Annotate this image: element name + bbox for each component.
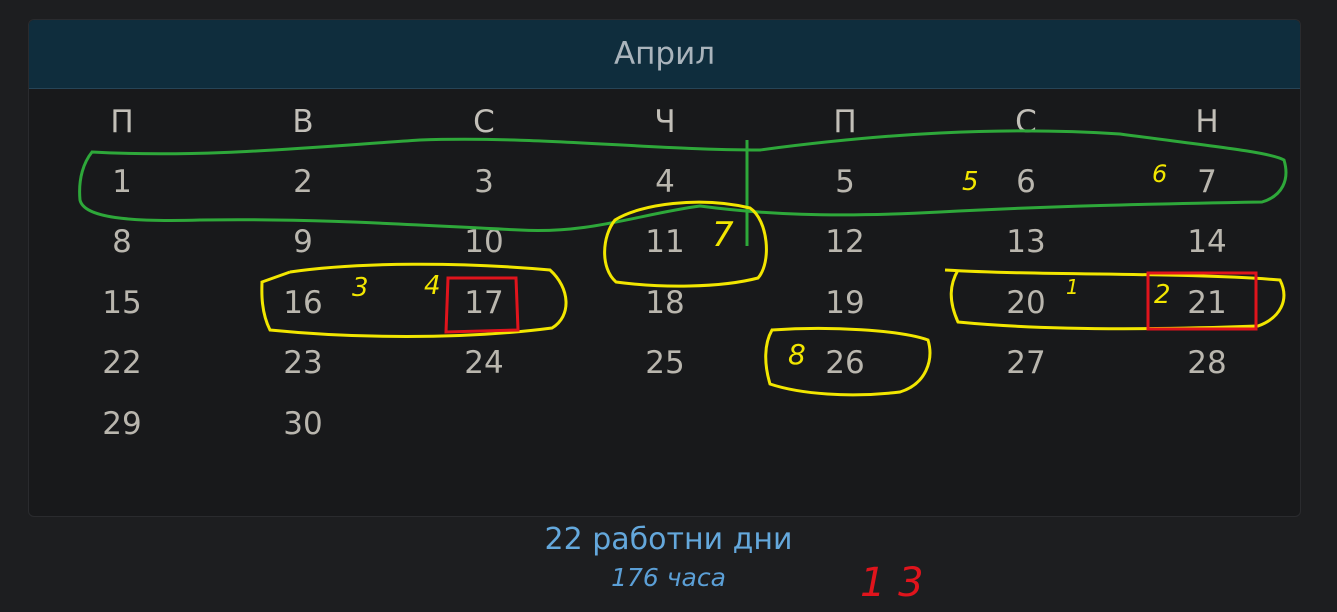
workdays-count: 22 работни дни	[544, 522, 793, 557]
calendar-day[interactable]: 7	[1127, 162, 1287, 202]
calendar-day[interactable]: 13	[946, 222, 1106, 262]
calendar-panel: Април	[28, 19, 1301, 517]
calendar-day[interactable]: 14	[1127, 222, 1287, 262]
weekday-header: Ч	[654, 104, 676, 140]
calendar-day[interactable]: 5	[765, 162, 925, 202]
month-header: Април	[29, 20, 1300, 89]
calendar-day[interactable]: 20	[946, 283, 1106, 323]
calendar-day[interactable]: 23	[223, 343, 383, 383]
calendar-day[interactable]: 21	[1127, 283, 1287, 323]
calendar-day[interactable]: 18	[585, 283, 745, 323]
calendar-day[interactable]: 28	[1127, 343, 1287, 383]
weekday-header: С	[473, 104, 495, 140]
calendar-day[interactable]: 22	[42, 343, 202, 383]
calendar-day[interactable]: 6	[946, 162, 1106, 202]
hours-count: 176 часа	[611, 563, 726, 592]
weekday-header: В	[292, 104, 314, 140]
weekday-header: П	[833, 104, 857, 140]
calendar-day[interactable]: 11	[585, 222, 745, 262]
calendar-day[interactable]: 4	[585, 162, 745, 202]
calendar-day[interactable]: 19	[765, 283, 925, 323]
weekday-header: Н	[1195, 104, 1219, 140]
calendar-day[interactable]: 2	[223, 162, 383, 202]
calendar-day[interactable]: 27	[946, 343, 1106, 383]
weekday-header: С	[1015, 104, 1037, 140]
weekday-header: П	[110, 104, 134, 140]
calendar-day[interactable]: 8	[42, 222, 202, 262]
calendar-day[interactable]: 25	[585, 343, 745, 383]
month-title: Април	[613, 36, 716, 72]
calendar-day[interactable]: 29	[42, 404, 202, 444]
calendar-day[interactable]: 17	[404, 283, 564, 323]
calendar-day[interactable]: 16	[223, 283, 383, 323]
calendar-day[interactable]: 26	[765, 343, 925, 383]
calendar-day[interactable]: 9	[223, 222, 383, 262]
calendar-day[interactable]: 12	[765, 222, 925, 262]
calendar-day[interactable]: 10	[404, 222, 564, 262]
calendar-day[interactable]: 30	[223, 404, 383, 444]
calendar-day[interactable]: 24	[404, 343, 564, 383]
calendar-day[interactable]: 3	[404, 162, 564, 202]
calendar-day[interactable]: 15	[42, 283, 202, 323]
calendar-day[interactable]: 1	[42, 162, 202, 202]
